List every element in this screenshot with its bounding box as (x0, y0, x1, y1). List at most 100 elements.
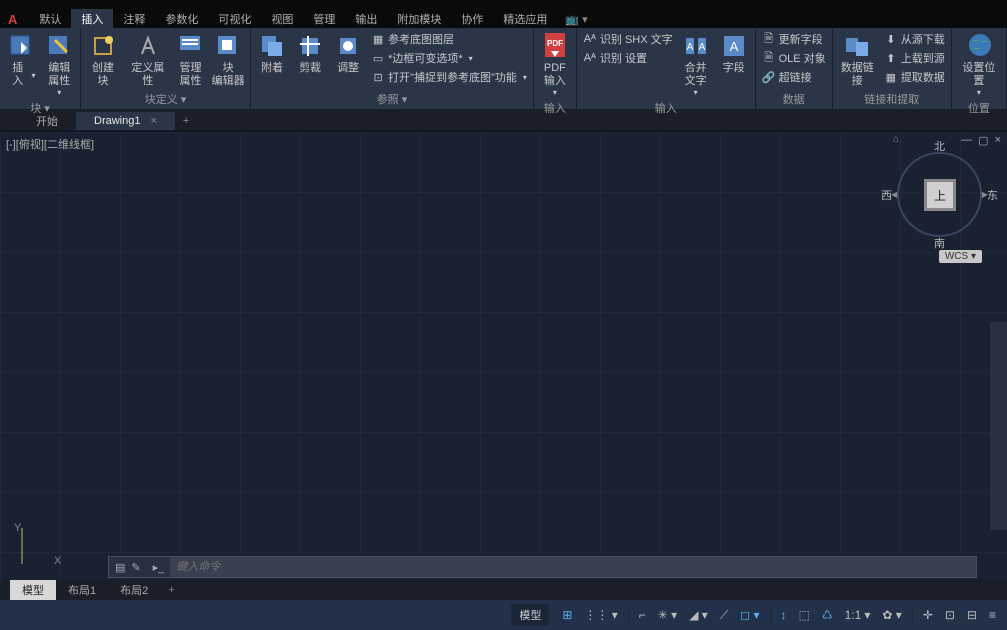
define-attr-button[interactable]: 定义属性 (124, 30, 172, 90)
menu-manage[interactable]: 管理 (303, 9, 345, 29)
menu-visualize[interactable]: 可视化 (208, 9, 261, 29)
ole-icon: 🗎 (762, 51, 776, 65)
recognize-settings-button[interactable]: Aᴬ识别 设置 (580, 49, 676, 67)
menu-default[interactable]: 默认 (29, 9, 71, 29)
cmd-customize-icon[interactable]: ✎ (131, 561, 140, 574)
group-import1-label: 输入 (537, 99, 573, 118)
status-annotation-icon[interactable]: ✛ (918, 605, 938, 625)
frame-options-button[interactable]: ▭*边框可变选项*▾ (368, 49, 530, 67)
download-source-button[interactable]: ⬇从源下载 (881, 30, 948, 48)
navigation-bar[interactable] (989, 322, 1007, 530)
status-dynamic-icon[interactable]: ⟋ (715, 605, 733, 626)
tab-add-button[interactable]: + (175, 113, 197, 129)
status-polar-icon[interactable]: ✳ ▾ (653, 605, 682, 625)
app-logo: A (8, 12, 17, 27)
snap-underlay-button[interactable]: ⊡打开"捕捉到参考底图"功能▾ (368, 68, 530, 86)
layout-tabs: 模型 布局1 布局2 + (0, 580, 1007, 600)
layout-tab-1[interactable]: 布局1 (56, 580, 108, 600)
hyperlink-button[interactable]: 🔗超链接 (759, 68, 829, 86)
viewcube-east[interactable]: 东 (987, 187, 998, 203)
menu-output[interactable]: 输出 (345, 9, 387, 29)
viewcube-north[interactable]: 北 (934, 138, 945, 154)
menu-collaborate[interactable]: 协作 (451, 9, 493, 29)
group-blockdef-label: 块定义 ▾ (84, 90, 247, 109)
download-icon: ⬇ (884, 32, 898, 46)
status-units-icon[interactable]: ⊡ (940, 605, 960, 625)
data-link-button[interactable]: 数据链接 (836, 30, 879, 90)
layout-tab-2[interactable]: 布局2 (108, 580, 160, 600)
status-model[interactable]: 模型 (511, 604, 549, 626)
svg-text:A: A (729, 39, 738, 54)
viewport-maximize-icon[interactable]: ▢ (978, 134, 988, 147)
menu-view[interactable]: 视图 (261, 9, 303, 29)
drawing-canvas[interactable]: [-][俯视][二维线框] — ▢ × ⌂ ◀ ▶ 上 北 南 西 东 WCS … (0, 132, 1007, 580)
tab-start[interactable]: 开始 (18, 110, 76, 132)
insert-block-button[interactable]: 插入▾ (3, 30, 40, 90)
layout-tab-add[interactable]: + (160, 582, 182, 598)
menu-featured[interactable]: 精选应用 (493, 9, 557, 29)
adjust-button[interactable]: 调整 (330, 30, 366, 77)
upload-icon: ⬆ (884, 51, 898, 65)
status-osnap-icon[interactable]: ◻ ▾ (735, 605, 764, 625)
viewcube-face-top[interactable]: 上 (927, 182, 953, 208)
menu-parametric[interactable]: 参数化 (155, 9, 208, 29)
attach-button[interactable]: 附着 (254, 30, 290, 77)
layout-tab-model[interactable]: 模型 (10, 580, 56, 600)
clip-icon (296, 32, 324, 60)
menu-annotate[interactable]: 注释 (113, 9, 155, 29)
tab-close-icon[interactable]: × (150, 115, 156, 127)
status-cycle-icon[interactable]: ♺ (817, 605, 838, 625)
tab-drawing1[interactable]: Drawing1× (76, 112, 175, 130)
manage-attr-button[interactable]: 管理 属性 (174, 30, 207, 90)
shx-icon: Aᴬ (583, 32, 597, 46)
status-lineweight-icon[interactable]: ↕ (776, 605, 792, 625)
command-input[interactable] (170, 561, 976, 573)
merge-text-button[interactable]: AA 合并 文字 ▾ (678, 30, 714, 99)
set-location-button[interactable]: 设置位置 ▾ (955, 30, 1003, 99)
recognize-shx-button[interactable]: Aᴬ识别 SHX 文字 (580, 30, 676, 48)
cmd-recent-icon[interactable]: ▤ (115, 561, 125, 574)
viewport-close-icon[interactable]: × (995, 134, 1001, 147)
status-gear-icon[interactable]: ✿ ▾ (877, 605, 906, 625)
ucs-y-label: Y (14, 522, 21, 534)
group-reference-label: 参照 ▾ (254, 90, 530, 109)
upload-source-button[interactable]: ⬆上载到源 (881, 49, 948, 67)
pdf-import-button[interactable]: PDF PDF 输入 ▾ (537, 30, 573, 99)
command-line[interactable]: ▤ ✎ ▸_ (108, 556, 977, 578)
status-iso-icon[interactable]: ◢ ▾ (684, 605, 713, 625)
status-customize-icon[interactable]: ≡ (984, 605, 1001, 625)
status-ortho-icon[interactable]: ⌐ (634, 605, 651, 625)
block-editor-button[interactable]: 块 编辑器 (209, 30, 247, 90)
menu-addins[interactable]: 附加模块 (387, 9, 451, 29)
share-icon[interactable]: 📺 ▾ (565, 13, 587, 26)
edit-attributes-button[interactable]: 编辑 属性 ▾ (42, 30, 78, 99)
clip-button[interactable]: 剪裁 (292, 30, 328, 77)
svg-text:A: A (698, 42, 705, 53)
attach-icon (258, 32, 286, 60)
update-fields-button[interactable]: 🗎更新字段 (759, 30, 829, 48)
settings-sm-icon: Aᴬ (583, 51, 597, 65)
viewcube[interactable]: ⌂ ◀ ▶ 上 北 南 西 东 (897, 152, 982, 237)
ole-object-button[interactable]: 🗎OLE 对象 (759, 49, 829, 67)
cmd-prompt-icon: ▸_ (147, 557, 171, 577)
ucs-x-label: X (54, 555, 61, 567)
viewport-minimize-icon[interactable]: — (961, 134, 972, 147)
viewcube-home-icon[interactable]: ⌂ (893, 134, 899, 145)
extract-data-button[interactable]: ▦提取数据 (881, 68, 948, 86)
wcs-selector[interactable]: WCS ▾ (939, 250, 982, 263)
menu-insert[interactable]: 插入 (71, 9, 113, 29)
underlay-layers-button[interactable]: ▦参考底图图层 (368, 30, 530, 48)
viewport-label[interactable]: [-][俯视][二维线框] (6, 136, 94, 152)
data-link-icon (843, 32, 871, 60)
document-tabs: 开始 Drawing1× + (0, 110, 1007, 132)
status-transparency-icon[interactable]: ⬚ (794, 605, 815, 625)
create-block-button[interactable]: 创建块 (84, 30, 122, 90)
status-quickprops-icon[interactable]: ⊟ (962, 605, 982, 625)
status-grid-icon[interactable]: ⊞ (557, 605, 577, 625)
field-button[interactable]: A 字段 (716, 30, 752, 77)
status-scale[interactable]: 1:1 ▾ (840, 605, 876, 625)
viewcube-west[interactable]: 西 (881, 187, 892, 203)
viewcube-south[interactable]: 南 (934, 235, 945, 251)
status-snap-icon[interactable]: ⋮⋮ ▾ (579, 605, 622, 625)
manage-attr-icon (176, 32, 204, 60)
